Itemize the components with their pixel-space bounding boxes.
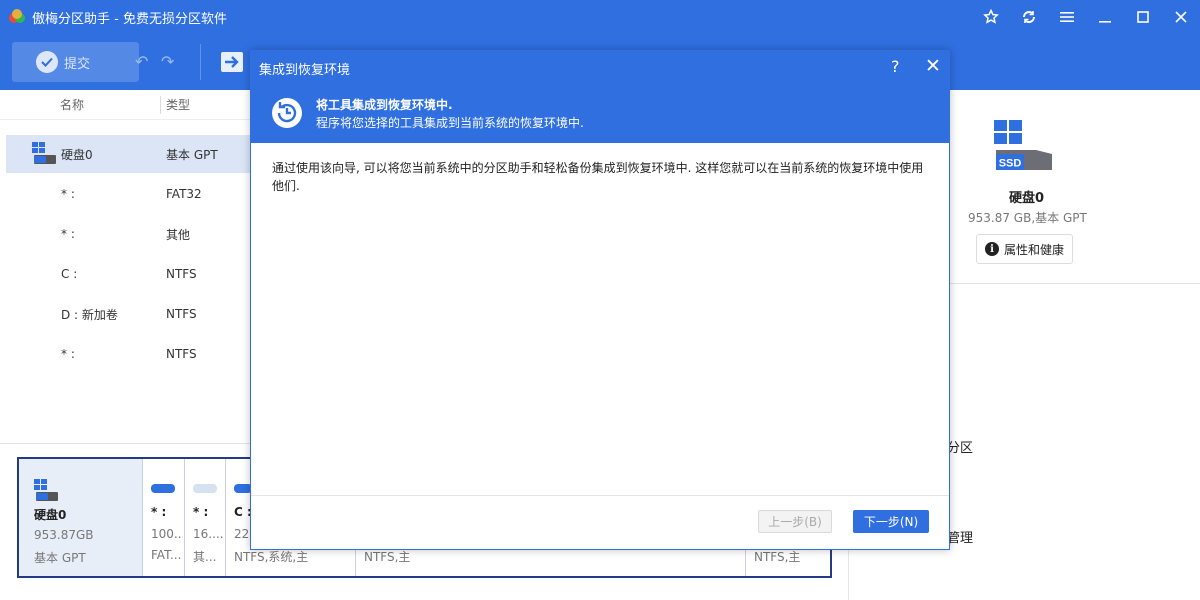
- close-icon[interactable]: ✕: [925, 55, 941, 77]
- dialog-header: 集成到恢复环境 ? ✕ 将工具集成到恢复环境中. 程序将您选择的工具集成到当前系…: [251, 51, 949, 143]
- column-type[interactable]: 类型: [166, 96, 190, 113]
- commit-button[interactable]: 提交: [12, 42, 139, 82]
- dialog-title: 集成到恢复环境: [259, 63, 351, 78]
- list-row-type: NTFS: [166, 347, 197, 361]
- column-divider: [160, 96, 161, 114]
- integrate-recovery-dialog: 集成到恢复环境 ? ✕ 将工具集成到恢复环境中. 程序将您选择的工具集成到当前系…: [250, 50, 950, 550]
- partition-fs: NTFS,主: [364, 550, 411, 564]
- management-action-text[interactable]: 管理: [947, 527, 973, 546]
- list-row-type: 基本 GPT: [166, 147, 218, 162]
- check-icon: [36, 51, 58, 73]
- list-row-type: NTFS: [166, 307, 197, 321]
- ssd-disk-icon: [34, 479, 58, 501]
- migrate-arrow-icon[interactable]: [221, 52, 243, 72]
- partition-size: 100...: [151, 527, 183, 541]
- divider: [251, 495, 949, 496]
- partition-label: * :: [151, 505, 167, 519]
- list-header: 名称 类型: [0, 90, 250, 120]
- disk-map-disk-name: 硬盘0: [34, 508, 67, 522]
- minimize-icon[interactable]: [1086, 0, 1124, 34]
- window-controls: [972, 0, 1200, 34]
- next-button[interactable]: 下一步(N): [853, 510, 929, 533]
- prev-button[interactable]: 上一步(B): [758, 510, 832, 533]
- app-logo-icon: [9, 9, 25, 23]
- dialog-subtitle: 将工具集成到恢复环境中.: [316, 98, 453, 112]
- title-bar: 傲梅分区助手 - 免费无损分区软件: [0, 0, 1200, 34]
- partition-usage-bar: [151, 484, 175, 493]
- ssd-disk-icon: [32, 142, 56, 164]
- ssd-label: SSD: [999, 158, 1022, 170]
- redo-icon[interactable]: ↷: [161, 52, 174, 71]
- partition-block[interactable]: * : 16.... 其...: [184, 459, 225, 576]
- info-icon: i: [984, 242, 999, 256]
- partition-fs: NTFS,系统,主: [234, 550, 309, 564]
- list-row-name: * :: [61, 187, 75, 201]
- help-icon[interactable]: ?: [891, 57, 900, 76]
- list-row-disk0[interactable]: 硬盘0 基本 GPT: [6, 135, 250, 173]
- list-row-name: C :: [61, 267, 78, 281]
- maximize-icon[interactable]: [1124, 0, 1162, 34]
- partition-label: * :: [193, 505, 209, 519]
- list-row-type: FAT32: [166, 187, 202, 201]
- partition-usage-bar: [193, 484, 217, 493]
- list-row-name: * :: [61, 347, 75, 361]
- partition-block[interactable]: * : 100... FAT...: [142, 459, 184, 576]
- list-row[interactable]: D : 新加卷 NTFS: [6, 295, 250, 333]
- list-row-name: * :: [61, 227, 75, 241]
- dialog-body-text: 通过使用该向导, 可以将您当前系统中的分区助手和轻松备份集成到恢复环境中. 这样…: [272, 161, 924, 193]
- dialog-subtitle-desc: 程序将您选择的工具集成到当前系统的恢复环境中.: [316, 116, 584, 130]
- menu-icon[interactable]: [1048, 0, 1086, 34]
- close-window-icon[interactable]: [1162, 0, 1200, 34]
- star-icon[interactable]: [972, 0, 1010, 34]
- disk-map-disk-info[interactable]: 硬盘0 953.87GB 基本 GPT: [19, 459, 142, 576]
- refresh-icon[interactable]: [1010, 0, 1048, 34]
- list-row[interactable]: * : NTFS: [6, 335, 250, 373]
- partition-fs: FAT...: [151, 548, 182, 562]
- partition-action-text[interactable]: 分区: [947, 437, 973, 456]
- list-row-name: D : 新加卷: [61, 307, 118, 322]
- ssd-disk-icon: SSD: [994, 120, 1052, 170]
- list-row-type: 其他: [166, 227, 191, 242]
- properties-health-label: 属性和健康: [1003, 242, 1064, 257]
- disk-name: 硬盘0: [1009, 191, 1045, 206]
- partition-size: 16....: [193, 527, 223, 541]
- recovery-environment-icon: [272, 98, 302, 128]
- partition-fs: NTFS,主: [754, 550, 801, 564]
- partition-fs: 其...: [193, 550, 217, 564]
- list-row[interactable]: * : 其他: [6, 215, 250, 253]
- toolbar-divider: [200, 44, 201, 80]
- window-title: 傲梅分区助手 - 免费无损分区软件: [32, 11, 227, 27]
- disk-info: 953.87 GB,基本 GPT: [968, 211, 1087, 225]
- undo-icon[interactable]: ↶: [135, 52, 148, 71]
- list-row-type: NTFS: [166, 267, 197, 281]
- list-row[interactable]: * : FAT32: [6, 175, 250, 213]
- properties-health-button[interactable]: i 属性和健康: [976, 234, 1073, 264]
- column-name[interactable]: 名称: [60, 96, 84, 113]
- list-row-name: 硬盘0: [61, 147, 93, 162]
- commit-label: 提交: [64, 56, 91, 72]
- disk-map-disk-size: 953.87GB: [34, 528, 94, 542]
- list-row[interactable]: C : NTFS: [6, 255, 250, 293]
- disk-map-disk-type: 基本 GPT: [34, 551, 86, 565]
